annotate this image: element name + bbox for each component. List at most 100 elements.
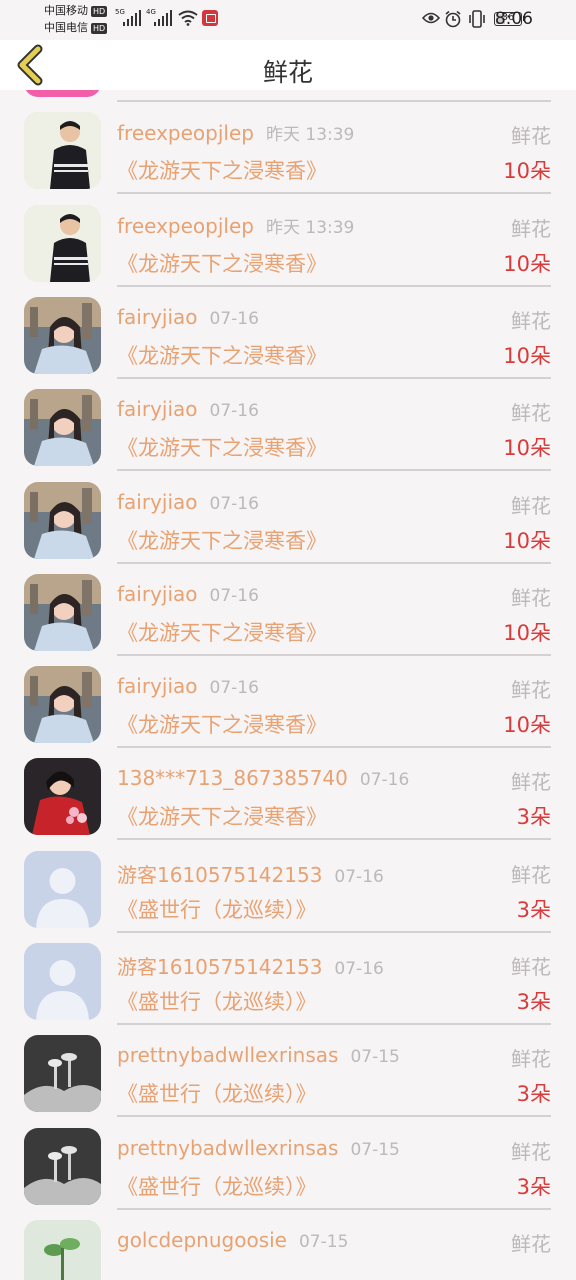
user-name-text: freexpeopjlep [117, 121, 254, 146]
book-title[interactable]: 《龙游天下之浸寒香》 [117, 617, 327, 647]
carrier-1-label: 中国移动 [44, 4, 88, 17]
list-item[interactable]: freexpeopjlep 昨天 13:39 鲜花 《龙游天下之浸寒香》 10朵 [0, 201, 576, 293]
gift-count: 3朵 [516, 1082, 551, 1107]
row-divider [117, 1115, 551, 1118]
book-title[interactable]: 《龙游天下之浸寒香》 [117, 432, 327, 462]
gift-time: 07-16 [209, 401, 259, 422]
user-name[interactable]: fairyjiao 07-16 [117, 582, 259, 606]
user-name[interactable]: freexpeopjlep 昨天 13:39 [117, 213, 354, 238]
user-name-text: 游客1610575142153 [117, 862, 323, 887]
user-name-text: prettnybadwllexrinsas [117, 1135, 339, 1160]
user-name-text: fairyjiao [117, 581, 198, 606]
default-user-avatar[interactable] [24, 943, 101, 1020]
row-divider [117, 653, 551, 656]
page-title: 鲜花 [262, 58, 313, 87]
book-title[interactable]: 《龙游天下之浸寒香》 [117, 801, 327, 831]
row-divider [117, 1207, 551, 1210]
boy-black-jacket-avatar[interactable] [24, 204, 101, 282]
list-item[interactable]: fairyjiao 07-16 鲜花 《龙游天下之浸寒香》 10朵 [0, 385, 576, 477]
user-name[interactable]: freexpeopjlep 昨天 13:39 [117, 120, 354, 145]
book-title[interactable]: 《龙游天下之浸寒香》 [117, 525, 327, 555]
row-divider [117, 192, 551, 195]
gift-count: 10朵 [503, 713, 551, 738]
list-item[interactable]: golcdepnugoosie 07-15 鲜花 [0, 1216, 576, 1280]
row-divider [117, 1023, 551, 1025]
user-name[interactable]: 游客1610575142153 07-16 [117, 951, 384, 980]
user-name[interactable]: fairyjiao 07-16 [117, 305, 259, 329]
user-name[interactable]: prettnybadwllexrinsas 07-15 [117, 1043, 400, 1067]
wifi-icon [178, 10, 198, 26]
list-item[interactable]: fairyjiao 07-16 鲜花《龙游天下之浸寒香》 10朵 [0, 662, 576, 754]
list-item[interactable]: fairyjiao 07-16 鲜花 《龙游天下之浸寒香》 10朵 [0, 478, 576, 570]
row-divider [117, 838, 551, 841]
gift-type: 鲜花 [511, 401, 551, 426]
user-name-text: fairyjiao [117, 674, 198, 699]
book-title[interactable]: 《盛世行（龙巡续）》 [117, 894, 317, 924]
book-title[interactable]: 《盛世行（龙巡续）》 [117, 1078, 317, 1108]
gift-count: 10朵 [503, 620, 551, 645]
book-title[interactable]: 《综影视之此恨不绵绵》 [117, 90, 348, 93]
book-title[interactable]: 《龙游天下之浸寒香》 [117, 709, 327, 739]
gift-type: 鲜花 [511, 678, 551, 703]
row-divider [117, 100, 551, 102]
gift-count: 3朵 [516, 805, 551, 830]
book-title[interactable]: 《龙游天下之浸寒香》 [117, 340, 327, 370]
gift-count: 10朵 [503, 343, 551, 368]
mushroom-bw-avatar[interactable] [24, 1127, 101, 1205]
hd-badge: HD [91, 6, 108, 17]
boy-black-jacket-avatar[interactable] [24, 112, 101, 190]
book-title[interactable]: 《龙游天下之浸寒香》 [117, 248, 327, 278]
list-item[interactable]: 游客1610575142153 07-16 鲜花 《盛世行（龙巡续）》 3朵 [0, 939, 576, 1031]
gift-type: 鲜花 [511, 585, 551, 610]
list-item[interactable]: fairyjiao 07-16 鲜花《龙游天下之浸寒香》 10朵 [0, 570, 576, 662]
girl-pink-avatar[interactable] [24, 90, 101, 97]
gift-type: 鲜花 [511, 770, 551, 795]
book-title[interactable]: 《盛世行（龙巡续）》 [117, 986, 317, 1016]
gift-time: 昨天 13:39 [265, 217, 355, 238]
girl-city-avatar[interactable] [24, 573, 101, 651]
alarm-icon [445, 10, 461, 28]
girl-city-avatar[interactable] [24, 296, 101, 374]
user-name-text: 游客1610575142153 [117, 955, 323, 979]
user-name[interactable]: fairyjiao 07-16 [117, 490, 259, 514]
user-name[interactable]: 138***713_867385740 07-16 [117, 766, 409, 790]
mushroom-bw-avatar[interactable] [24, 1035, 101, 1113]
default-user-avatar[interactable] [24, 850, 101, 928]
plant-avatar[interactable] [24, 1219, 101, 1280]
list-item[interactable]: fairyjiao 07-16 鲜花 《龙游天下之浸寒香》 10朵 [0, 293, 576, 385]
gift-count: 10朵 [503, 251, 551, 276]
user-name[interactable]: prettnybadwllexrinsas 07-15 [117, 1136, 400, 1160]
gift-count: 3朵 [516, 1174, 551, 1199]
status-time: 8:06 [494, 9, 533, 29]
gift-time: 07-16 [209, 585, 259, 606]
list-item[interactable]: 游客1610575142153 07-16 鲜花 《盛世行（龙巡续）》 3朵 [0, 847, 576, 939]
book-title[interactable]: 《盛世行（龙巡续）》 [117, 1171, 317, 1201]
list-item[interactable]: 138***713_867385740 07-16 鲜花《龙游天下之浸寒香》 3朵 [0, 754, 576, 846]
gift-time: 07-16 [209, 678, 259, 699]
book-title[interactable]: 《龙游天下之浸寒香》 [117, 155, 327, 185]
girl-city-avatar[interactable] [24, 666, 101, 744]
gift-time: 07-16 [209, 493, 259, 514]
girl-city-avatar[interactable] [24, 481, 101, 559]
user-name-text: fairyjiao [117, 397, 198, 422]
girl-city-avatar[interactable] [24, 389, 101, 467]
gift-record-list[interactable]: 《综影视之此恨不绵绵》3朵freexpeopjlep昨天 13:39鲜花《龙游天… [0, 90, 576, 1280]
gift-type: 鲜花 [511, 862, 551, 887]
eye-icon [422, 12, 440, 24]
gift-count: 3朵 [517, 90, 551, 93]
user-name[interactable]: fairyjiao 07-16 [117, 674, 259, 698]
row-divider [117, 930, 551, 933]
carrier-2-label: 中国电信 [44, 21, 88, 34]
user-name[interactable]: 游客1610575142153 07-16 [117, 859, 384, 888]
gift-type: 鲜花 [511, 1231, 551, 1256]
vibrate-icon [469, 10, 485, 28]
user-name[interactable]: fairyjiao 07-16 [117, 397, 259, 421]
woman-red-avatar[interactable] [24, 758, 101, 836]
gift-type: 鲜花 [511, 124, 551, 149]
user-name[interactable]: golcdepnugoosie 07-15 [117, 1228, 348, 1252]
list-item[interactable]: prettnybadwllexrinsas 07-15 鲜花 《盛世行（龙巡续）》 3朵 [0, 1031, 576, 1123]
list-item[interactable]: prettnybadwllexrinsas 07-15 鲜花 《盛世行（龙巡续）》 3朵 [0, 1124, 576, 1216]
carrier-1: 中国移动 HD [44, 4, 108, 17]
list-item[interactable]: 《综影视之此恨不绵绵》 3朵 [0, 90, 576, 108]
list-item[interactable]: freexpeopjlep 昨天 13:39 鲜花 《龙游天下之浸寒香》 10朵 [0, 108, 576, 200]
